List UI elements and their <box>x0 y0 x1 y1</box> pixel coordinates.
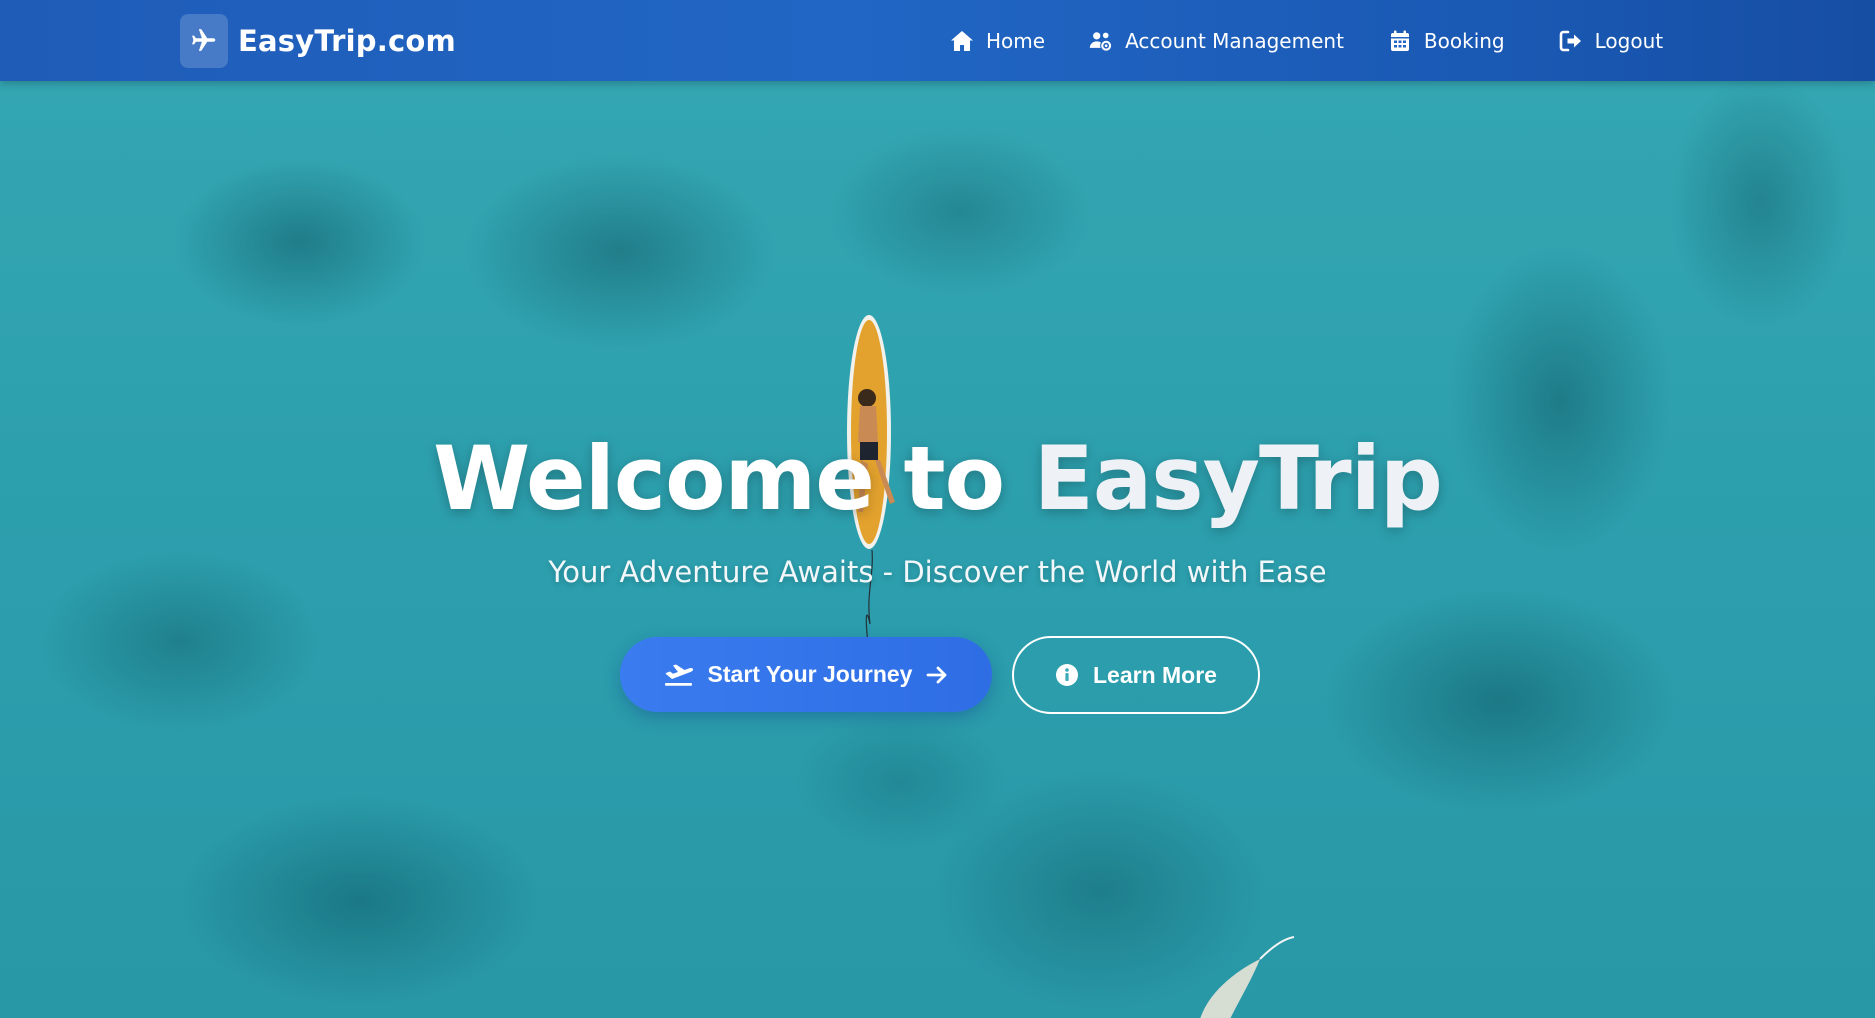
home-icon <box>950 29 974 53</box>
sign-out-icon <box>1559 29 1583 53</box>
arrow-right-icon <box>926 665 948 685</box>
nav-logout[interactable]: Logout <box>1559 29 1663 53</box>
hero-subtitle: Your Adventure Awaits - Discover the Wor… <box>548 555 1327 589</box>
nav-home-label: Home <box>986 28 1046 53</box>
nav-links: Home Account Management Booking Logout <box>950 0 1663 81</box>
hero-title-main: Welcome to <box>433 427 1034 530</box>
plane-icon <box>180 14 228 68</box>
boat-image <box>1200 936 1295 1018</box>
nav-account-management[interactable]: Account Management <box>1089 29 1344 53</box>
hero-title-accent: EasyTrip <box>1033 427 1443 530</box>
nav-home[interactable]: Home <box>950 29 1045 53</box>
nav-booking-label: Booking <box>1423 28 1505 53</box>
hero-title: Welcome to EasyTrip <box>0 427 1875 530</box>
hero-section: Welcome to EasyTrip Your Adventure Await… <box>0 81 1875 1018</box>
info-circle-icon <box>1055 663 1079 687</box>
brand-name: EasyTrip.com <box>238 24 456 58</box>
top-navbar: EasyTrip.com Home Account Management Boo… <box>0 0 1875 81</box>
brand-logo-link[interactable]: EasyTrip.com <box>180 14 456 68</box>
start-journey-button[interactable]: Start Your Journey <box>620 637 992 712</box>
learn-more-label: Learn More <box>1093 661 1217 688</box>
plane-departure-icon <box>664 663 694 687</box>
users-cog-icon <box>1089 29 1113 53</box>
nav-account-management-label: Account Management <box>1125 28 1344 53</box>
start-journey-label: Start Your Journey <box>707 661 913 687</box>
hero-content: Welcome to EasyTrip Your Adventure Await… <box>0 81 1875 1018</box>
calendar-icon <box>1388 29 1412 53</box>
nav-booking[interactable]: Booking <box>1388 29 1505 53</box>
nav-logout-label: Logout <box>1594 28 1664 53</box>
learn-more-button[interactable]: Learn More <box>1012 636 1260 714</box>
